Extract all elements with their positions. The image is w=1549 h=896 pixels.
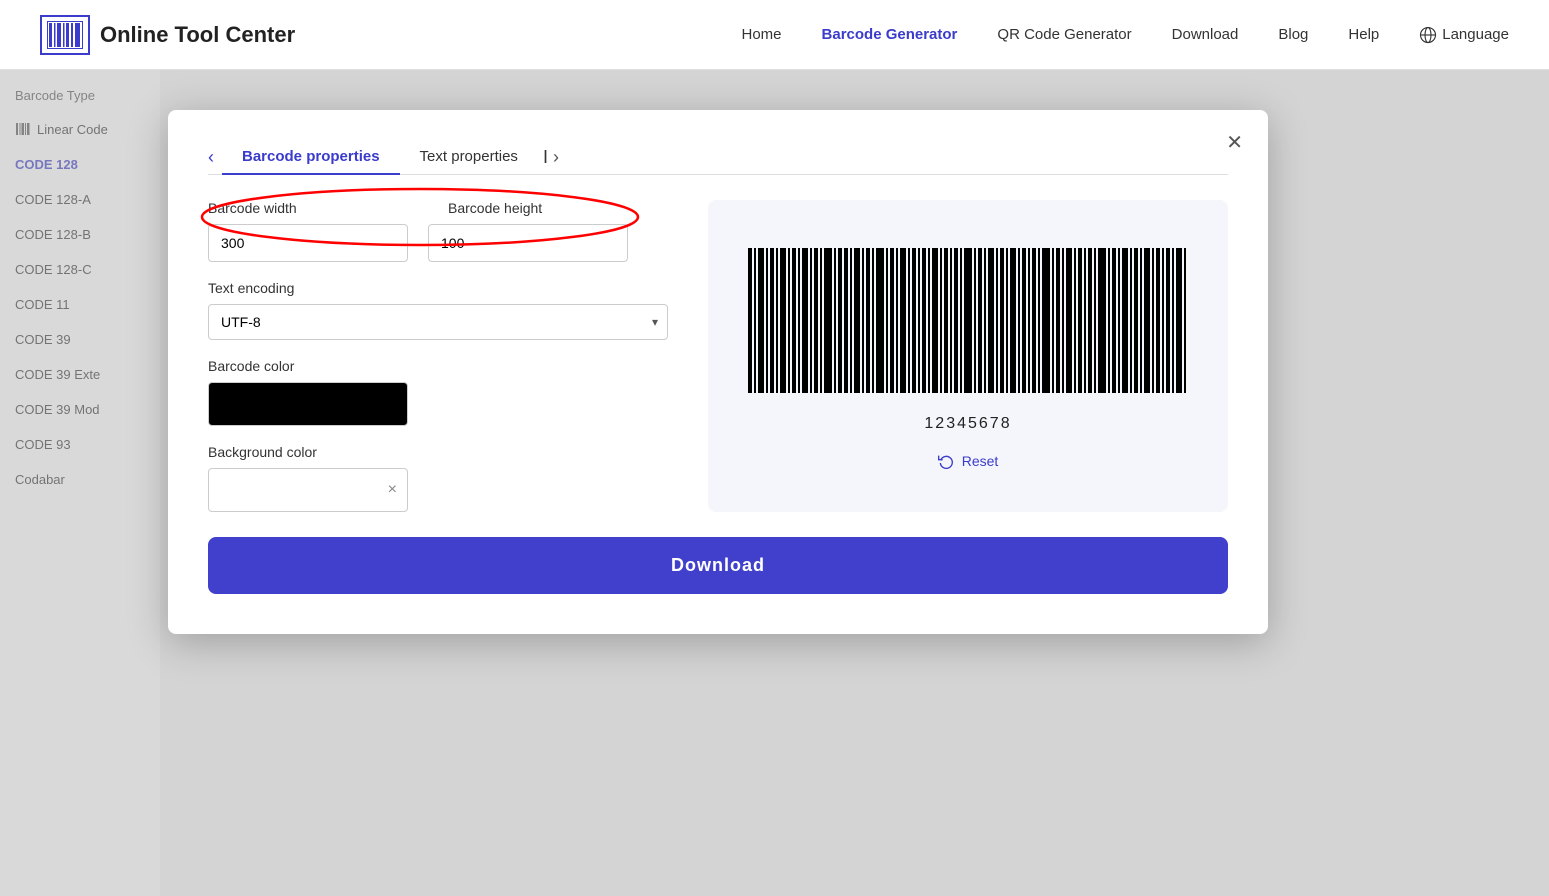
barcode-width-label: Barcode width bbox=[208, 200, 428, 216]
tab-chevron-right-icon[interactable]: › bbox=[553, 147, 559, 168]
text-encoding-select-wrapper: UTF-8 ASCII ISO-8859-1 ▾ bbox=[208, 304, 668, 340]
barcode-height-label: Barcode height bbox=[448, 200, 668, 216]
barcode-width-field[interactable] bbox=[209, 227, 408, 259]
barcode-height-input[interactable]: ▲ ▼ bbox=[428, 224, 628, 262]
dimension-labels: Barcode width Barcode height bbox=[208, 200, 668, 216]
modal-right-panel: 12345678 Reset bbox=[708, 200, 1228, 512]
language-label: Language bbox=[1442, 26, 1509, 43]
background-color-label: Background color bbox=[208, 444, 668, 460]
properties-modal: ✕ ‹ Barcode properties Text properties I… bbox=[168, 110, 1268, 634]
text-encoding-select[interactable]: UTF-8 ASCII ISO-8859-1 bbox=[208, 304, 668, 340]
nav-help[interactable]: Help bbox=[1348, 26, 1379, 43]
modal-close-button[interactable]: ✕ bbox=[1226, 130, 1243, 155]
barcode-preview: 12345678 bbox=[738, 243, 1198, 433]
barcode-image bbox=[738, 243, 1198, 403]
barcode-color-picker[interactable] bbox=[208, 382, 408, 426]
nav-barcode-generator[interactable]: Barcode Generator bbox=[822, 26, 958, 43]
barcode-height-field[interactable] bbox=[429, 227, 628, 259]
tab-cursor-icon: I bbox=[543, 147, 548, 168]
logo-text: Online Tool Center bbox=[100, 22, 295, 48]
reset-icon bbox=[938, 453, 954, 469]
logo-icon bbox=[40, 15, 90, 55]
barcode-width-input[interactable]: ▲ ▼ bbox=[208, 224, 408, 262]
nav-qr-code[interactable]: QR Code Generator bbox=[997, 26, 1131, 43]
barcode-color-label: Barcode color bbox=[208, 358, 668, 374]
modal-tabs: ‹ Barcode properties Text properties I › bbox=[208, 140, 1228, 175]
background-color-picker[interactable] bbox=[208, 468, 408, 512]
nav-language[interactable]: Language bbox=[1419, 26, 1509, 44]
tab-text-properties[interactable]: Text properties bbox=[400, 140, 538, 175]
header: Online Tool Center Home Barcode Generato… bbox=[0, 0, 1549, 70]
nav-home[interactable]: Home bbox=[742, 26, 782, 43]
text-encoding-label: Text encoding bbox=[208, 280, 668, 296]
logo: Online Tool Center bbox=[40, 15, 295, 55]
dimension-inputs: ▲ ▼ ▲ ▼ bbox=[208, 224, 668, 262]
dimension-section: Barcode width Barcode height ▲ ▼ bbox=[208, 200, 668, 262]
nav-download[interactable]: Download bbox=[1172, 26, 1239, 43]
barcode-number: 12345678 bbox=[924, 415, 1011, 433]
modal-body: Barcode width Barcode height ▲ ▼ bbox=[208, 200, 1228, 512]
download-button[interactable]: Download bbox=[208, 537, 1228, 594]
tab-chevron-left-icon[interactable]: ‹ bbox=[208, 147, 214, 168]
reset-button[interactable]: Reset bbox=[938, 453, 999, 469]
modal-left-panel: Barcode width Barcode height ▲ ▼ bbox=[208, 200, 668, 512]
reset-label: Reset bbox=[962, 453, 999, 469]
nav-blog[interactable]: Blog bbox=[1278, 26, 1308, 43]
nav-links: Home Barcode Generator QR Code Generator… bbox=[742, 26, 1510, 44]
tab-barcode-properties[interactable]: Barcode properties bbox=[222, 140, 400, 175]
